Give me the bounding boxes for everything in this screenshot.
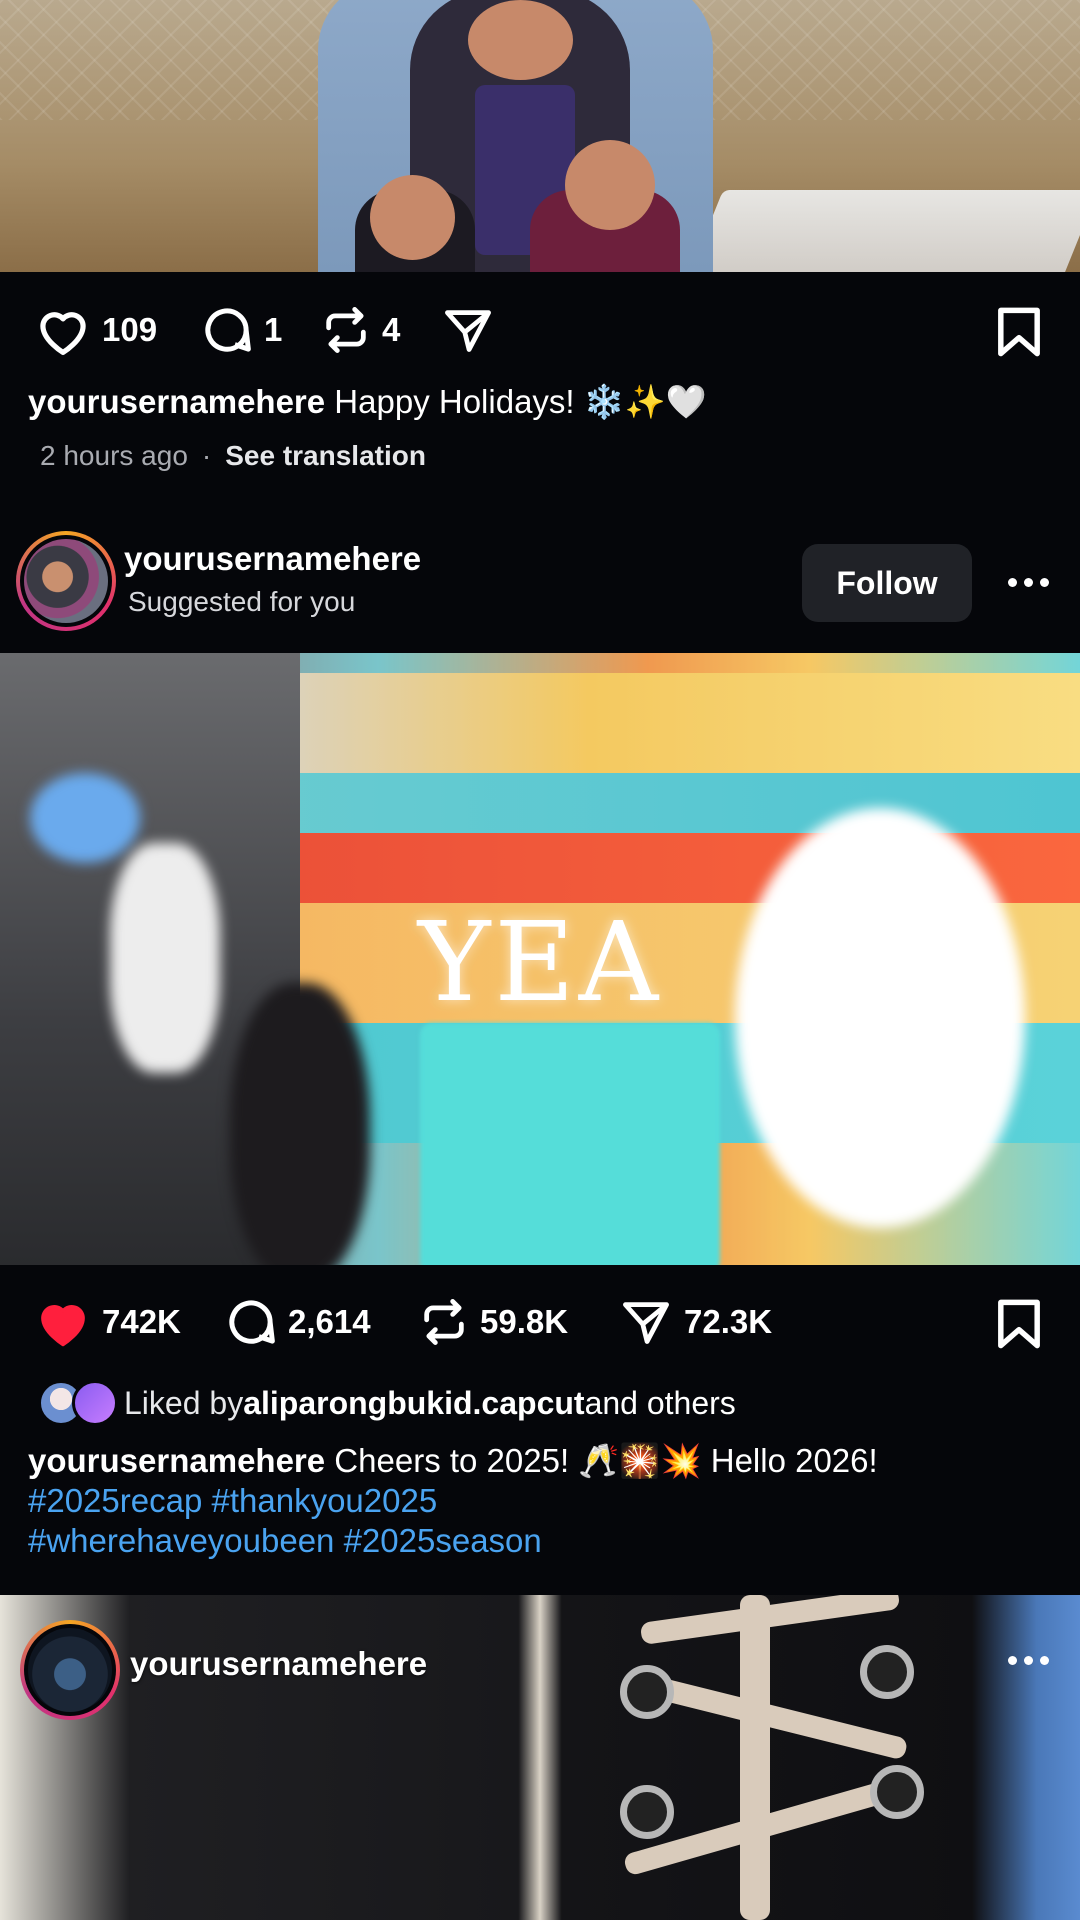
post2-comment-count: 2,614 [288, 1303, 371, 1340]
liked-by-avatars [38, 1380, 120, 1426]
liked-avatar-2 [72, 1380, 118, 1426]
hashtags-line-1[interactable]: #2025recap #thankyou2025 [28, 1481, 437, 1521]
post3-username[interactable]: yourusernamehere [130, 1645, 427, 1683]
child-face-left [370, 175, 455, 260]
eyelet-2 [620, 1785, 674, 1839]
post1-comment-count: 1 [264, 311, 283, 348]
post2-caption-text: Cheers to 2025! 🥂🎇💥 Hello 2026! [325, 1442, 878, 1479]
post2-share-button[interactable]: 72.3K [618, 1296, 772, 1348]
bookmark-icon [998, 307, 1040, 357]
comment-icon [229, 1300, 275, 1344]
hashtags-line-2[interactable]: #wherehaveyoubeen #2025season [28, 1521, 542, 1561]
post2-username[interactable]: yourusernamehere [124, 540, 421, 578]
post3-more-icon[interactable] [1008, 1656, 1049, 1665]
comment-icon [205, 308, 251, 352]
bookmark-icon [998, 1299, 1040, 1349]
follow-button[interactable]: Follow [802, 544, 972, 622]
post2-repost-button[interactable]: 59.8K [418, 1296, 568, 1348]
post2-save-button[interactable] [996, 1299, 1042, 1354]
post1-save-button[interactable] [996, 307, 1042, 362]
post2-like-count: 742K [102, 1303, 181, 1340]
post1-caption-username[interactable]: yourusernamehere [28, 383, 325, 420]
post2-more-icon[interactable] [1008, 578, 1049, 587]
post1-action-bar: 109 1 4 [0, 285, 1080, 375]
post2-avatar[interactable] [16, 531, 116, 631]
post2-suggested-label: Suggested for you [128, 586, 356, 617]
liked-by-suffix: and others [584, 1384, 736, 1421]
lace-vertical [740, 1595, 770, 1920]
heart-icon [40, 312, 86, 356]
post2-caption: yourusernamehere Cheers to 2025! 🥂🎇💥 Hel… [28, 1441, 878, 1481]
light-blue [30, 773, 140, 863]
post1-caption-text: Happy Holidays! ❄️✨🤍 [325, 383, 708, 420]
post1-share-button[interactable] [440, 304, 496, 356]
post1-meta: 2 hours ago · See translation [40, 440, 426, 472]
eyelet-3 [860, 1645, 914, 1699]
post3-image[interactable] [0, 1595, 1080, 1920]
liked-by-user[interactable]: aliparongbukid.capcut [243, 1385, 584, 1422]
post2-video[interactable]: YEA [0, 653, 1080, 1265]
post2-comment-button[interactable]: 2,614 [224, 1295, 371, 1349]
post2-caption-username[interactable]: yourusernamehere [28, 1442, 325, 1479]
child-face-center [468, 0, 573, 80]
eyelet-4 [870, 1765, 924, 1819]
post2-share-count: 72.3K [684, 1303, 773, 1340]
post1-repost-count: 4 [382, 311, 401, 348]
repost-icon [424, 1299, 464, 1345]
video-overlay-text: YEA [417, 898, 663, 1026]
post1-like-button[interactable]: 109 [34, 304, 157, 356]
avatar-photo [28, 1628, 112, 1712]
liked-by-row[interactable]: Liked by aliparongbukid.capcut and others [38, 1380, 736, 1426]
bench [686, 190, 1080, 272]
avatar-photo [24, 539, 108, 623]
heart-filled-icon [41, 1305, 85, 1347]
meta-separator: · [201, 440, 212, 471]
post1-comment-button[interactable]: 1 [200, 303, 282, 357]
turquoise-block [420, 1023, 720, 1265]
child-face-right [565, 140, 655, 230]
eyelet-1 [620, 1665, 674, 1719]
post2-repost-count: 59.8K [480, 1303, 569, 1340]
post1-like-count: 109 [102, 311, 158, 348]
see-translation-link[interactable]: See translation [225, 440, 426, 472]
post1-repost-button[interactable]: 4 [320, 304, 400, 356]
post1-image[interactable] [0, 0, 1080, 272]
post2-like-button[interactable]: 742K [34, 1296, 181, 1348]
post1-timestamp: 2 hours ago [40, 440, 188, 471]
post1-caption: yourusernamehere Happy Holidays! ❄️✨🤍 [28, 382, 707, 422]
lace-1 [639, 1595, 901, 1645]
share-icon [445, 310, 491, 352]
repost-icon [326, 307, 366, 353]
post2-action-bar: 742K 2,614 59.8K 72.3K [0, 1277, 1080, 1367]
share-icon [623, 1302, 669, 1344]
post3-avatar[interactable] [20, 1620, 120, 1720]
liked-by-prefix: Liked by [124, 1384, 244, 1421]
